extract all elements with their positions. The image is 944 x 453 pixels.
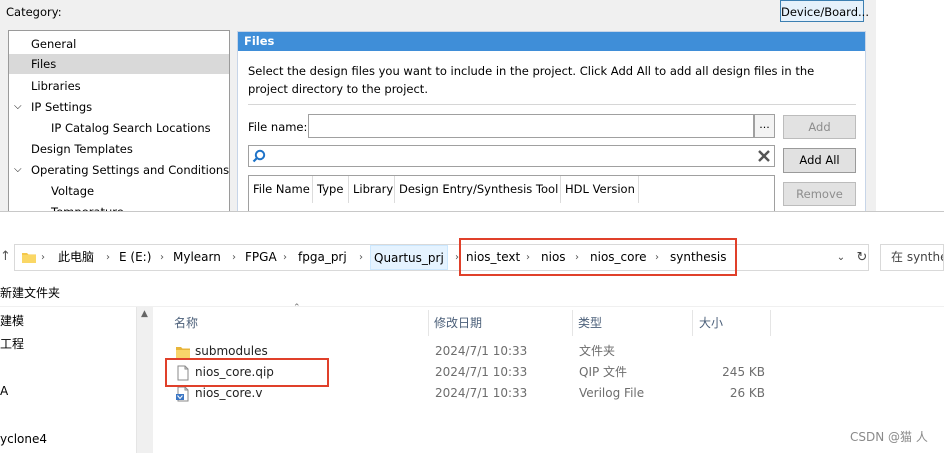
breadcrumb-drive-e[interactable]: E (E:) [119,245,151,270]
category-label: Category: [6,5,62,19]
watermark: CSDN @猫 人 [850,430,928,444]
file-size: 26 KB [729,386,765,400]
file-size: 245 KB [722,365,765,379]
category-tree: General Files Libraries ⌵ IP Settings IP… [8,30,230,212]
breadcrumb-fpga[interactable]: FPGA [245,245,277,270]
file-name-label: File name: [248,120,308,134]
file-table[interactable]: File Name Type Library Design Entry/Synt… [248,175,775,212]
files-panel-title: Files [238,32,865,51]
file-date: 2024/7/1 10:33 [435,344,528,358]
chevron-down-icon[interactable]: ⌄ [833,245,849,270]
explorer-search-input[interactable]: 在 synthe [880,244,944,271]
chevron-down-icon[interactable]: ⌵ [14,97,22,117]
column-date[interactable]: 修改日期 [434,314,482,331]
add-all-button[interactable]: Add All [783,148,856,173]
search-icon [252,149,266,163]
chevron-right-icon[interactable]: › [41,245,45,270]
tree-item-voltage[interactable]: Voltage [51,181,94,201]
scroll-up-icon[interactable]: ▲ [141,309,148,319]
nav-scrollbar[interactable]: ▲ [136,307,153,453]
settings-dialog: Category: Device/Board... General Files … [0,0,944,212]
tree-item-general[interactable]: General [31,34,76,54]
new-folder-button[interactable]: 新建文件夹 [0,284,60,301]
chevron-right-icon[interactable]: › [160,245,164,270]
tree-item-ip-catalog[interactable]: IP Catalog Search Locations [51,118,211,138]
file-name-input[interactable] [308,114,754,138]
nav-item[interactable]: A [0,384,8,398]
tree-item-design-templates[interactable]: Design Templates [31,139,133,159]
device-board-button[interactable]: Device/Board... [780,0,869,22]
chevron-right-icon[interactable]: › [232,245,236,270]
chevron-down-icon[interactable]: ⌵ [14,160,22,180]
add-button[interactable]: Add [783,115,856,139]
files-description: Select the design files you want to incl… [248,64,815,96]
sort-up-icon: ⌃ [293,303,301,313]
up-arrow-icon[interactable]: ↑ [0,249,12,265]
remove-button[interactable]: Remove [783,182,856,206]
column-divider[interactable] [692,310,693,336]
tree-item-ip-settings[interactable]: IP Settings [31,97,92,117]
tree-item-libraries[interactable]: Libraries [31,76,81,96]
verilog-file-icon [176,386,189,402]
chevron-right-icon[interactable]: › [359,245,363,270]
breadcrumb-mylearn[interactable]: Mylearn [173,245,221,270]
file-type: QIP 文件 [579,365,628,379]
address-bar[interactable]: › 此电脑 › E (E:) › Mylearn › FPGA › fpga_p… [14,244,869,271]
column-library[interactable]: Library [349,176,395,203]
breadcrumb-fpga-prj[interactable]: fpga_prj [298,245,347,270]
column-divider[interactable] [428,310,429,336]
tree-item-operating-settings[interactable]: Operating Settings and Conditions [31,160,229,180]
folder-icon [22,253,36,263]
nav-item[interactable]: yclone4 [0,432,47,446]
chevron-right-icon[interactable]: › [106,245,110,270]
column-file-name[interactable]: File Name [249,176,313,203]
tree-item-files[interactable]: Files [9,54,229,74]
column-size[interactable]: 大小 [699,314,723,331]
files-panel: Files Select the design files you want t… [237,31,866,212]
column-divider[interactable] [770,310,771,336]
refresh-icon[interactable]: ↻ [855,245,869,270]
highlight-box-path [459,238,737,276]
column-design-entry[interactable]: Design Entry/Synthesis Tool [395,176,561,203]
file-date: 2024/7/1 10:33 [435,365,528,379]
nav-item[interactable]: 建模 [0,312,24,329]
column-type[interactable]: 类型 [578,314,602,331]
background-area [876,0,944,212]
column-hdl-version[interactable]: HDL Version [561,176,639,203]
divider [248,104,856,105]
chevron-right-icon[interactable]: › [283,245,287,270]
screenshot-divider [0,211,944,212]
breadcrumb-quartus-prj[interactable]: Quartus_prj [370,245,448,270]
file-type: Verilog File [579,386,645,400]
file-type: 文件夹 [579,344,616,358]
highlight-box-file [165,358,329,387]
file-date: 2024/7/1 10:33 [435,386,528,400]
clear-icon[interactable] [756,148,772,164]
column-divider[interactable] [572,310,573,336]
browse-button[interactable]: ... [754,114,775,138]
file-search-input[interactable] [248,145,775,167]
column-type[interactable]: Type [313,176,349,203]
nav-item[interactable]: 工程 [0,335,24,352]
breadcrumb-this-pc[interactable]: 此电脑 [58,245,94,270]
column-name[interactable]: 名称 [174,314,198,331]
